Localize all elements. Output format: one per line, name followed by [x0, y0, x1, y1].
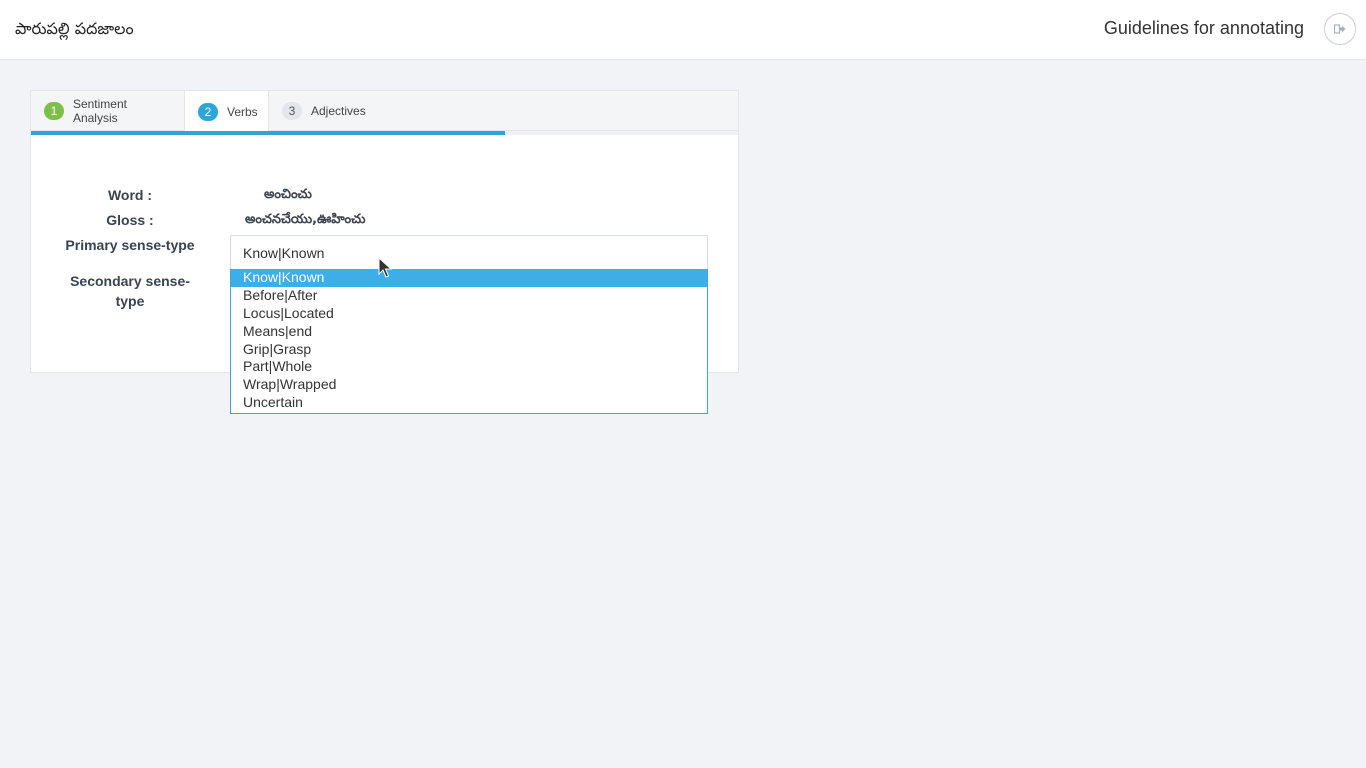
primary-sense-type-select[interactable]: Know|Known — [230, 235, 708, 269]
secondary-sense-type-label: Secondary sense- type — [70, 273, 190, 309]
wizard-progress-bar — [31, 131, 738, 135]
logout-icon — [1334, 24, 1346, 34]
word-value: అంచించు — [264, 187, 312, 202]
step-number-badge: 3 — [282, 102, 302, 120]
dropdown-option[interactable]: Wrap|Wrapped — [231, 376, 707, 394]
dropdown-option[interactable]: Means|end — [231, 323, 707, 341]
dropdown-option[interactable]: Uncertain — [231, 394, 707, 412]
gloss-value: అంచనచేయు,ఊహించు — [245, 212, 366, 227]
dropdown-option[interactable]: Before|After — [231, 287, 707, 305]
tab-label: Sentiment Analysis — [72, 97, 127, 125]
dropdown-option[interactable]: Know|Known — [231, 269, 707, 287]
tab-sentiment-analysis[interactable]: 1 Sentiment Analysis — [31, 91, 185, 131]
tab-label: Adjectives — [311, 104, 366, 118]
dropdown-option[interactable]: Locus|Located — [231, 305, 707, 323]
primary-sense-type-label: Primary sense-type — [65, 237, 195, 253]
tab-verbs[interactable]: 2 Verbs — [185, 91, 269, 132]
dropdown-option[interactable]: Part|Whole — [231, 358, 707, 376]
gloss-label: Gloss : — [106, 212, 154, 228]
app-title: పారుపల్లి పదజాలం — [15, 19, 134, 38]
tab-label: Verbs — [227, 104, 258, 119]
dropdown-option[interactable]: Grip|Grasp — [231, 341, 707, 359]
word-label: Word : — [107, 187, 153, 203]
tab-adjectives[interactable]: 3 Adjectives — [269, 91, 376, 131]
step-number-badge: 1 — [44, 102, 64, 120]
primary-sense-type-dropdown[interactable]: Know|Known Before|After Locus|Located Means… — [230, 269, 708, 414]
mouse-cursor-icon — [378, 257, 392, 278]
wizard-tabs: 1 Sentiment Analysis 2 Verbs 3 Adjective… — [31, 91, 738, 132]
logout-button[interactable] — [1324, 13, 1356, 45]
progress-fill — [31, 131, 505, 135]
top-navbar: పారుపల్లి పదజాలం Guidelines for annotati… — [0, 0, 1366, 60]
step-number-badge: 2 — [198, 102, 218, 121]
guidelines-link[interactable]: Guidelines for annotating — [1104, 18, 1304, 39]
